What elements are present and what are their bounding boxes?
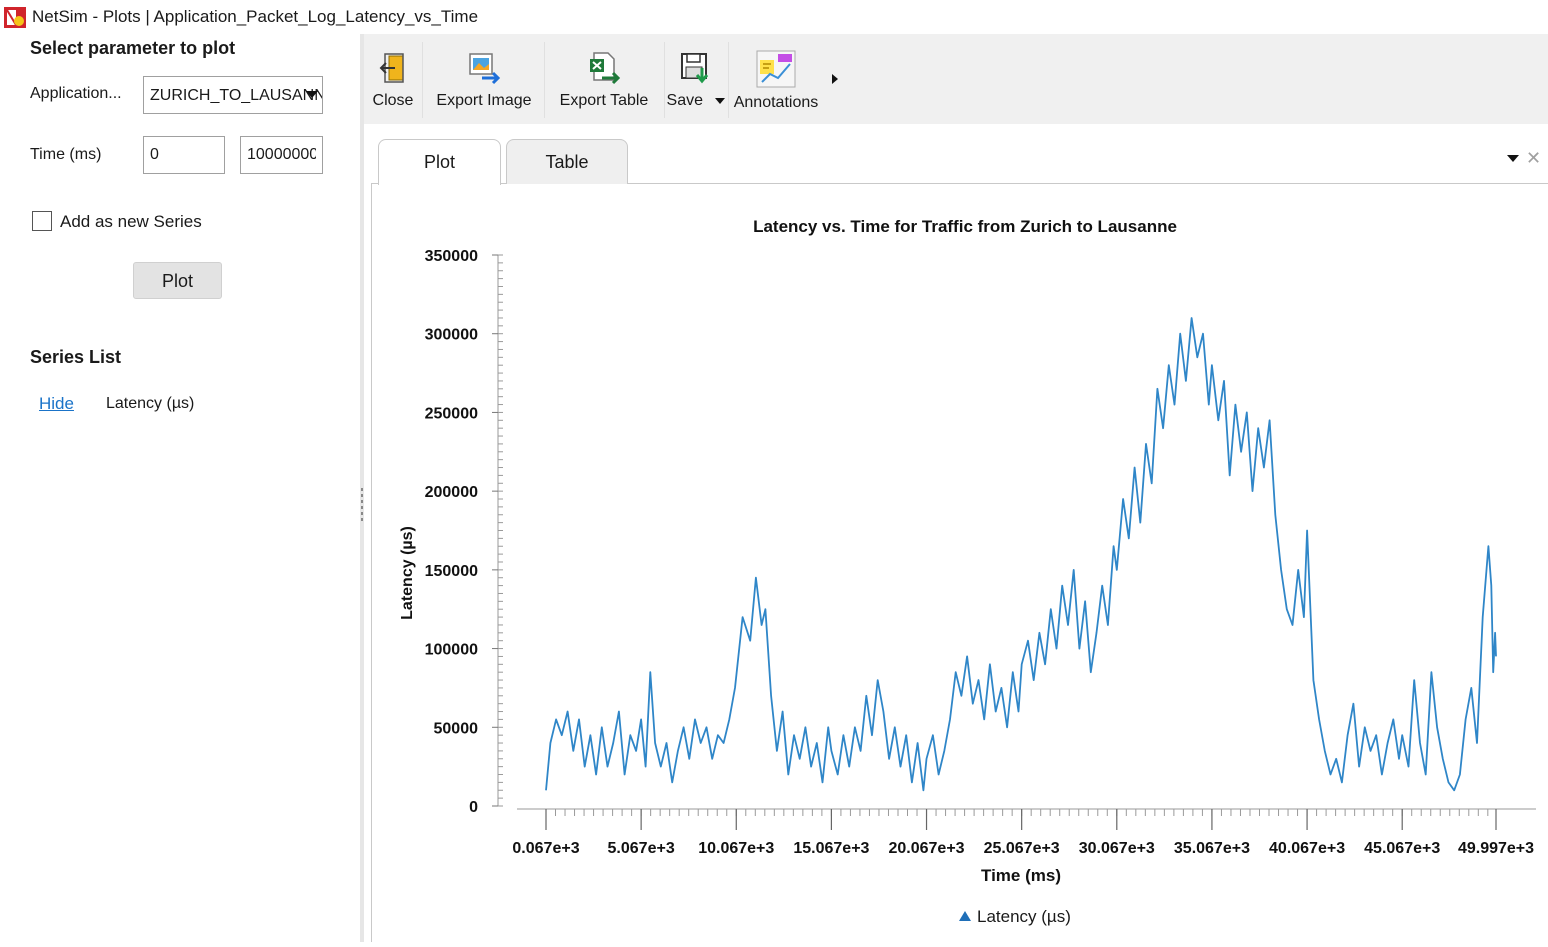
y-tick-label: 150000: [425, 563, 478, 580]
export-image-icon: [466, 50, 502, 86]
annotations-button[interactable]: Annotations: [730, 34, 822, 124]
legend-label: Latency (µs): [977, 907, 1071, 926]
chevron-down-icon[interactable]: [715, 97, 726, 104]
tab-menu-chevron-down-icon[interactable]: [1507, 155, 1519, 162]
add-new-series-label: Add as new Series: [60, 212, 202, 231]
select-parameter-heading: Select parameter to plot: [30, 38, 236, 58]
add-new-series-checkbox[interactable]: [32, 211, 52, 231]
y-axis-label: Latency (µs): [399, 526, 416, 620]
application-select-value: ZURICH_TO_LAUSANNE: [150, 87, 323, 104]
y-tick-label: 50000: [434, 720, 479, 737]
annotations-label: Annotations: [733, 94, 819, 111]
tab-table[interactable]: Table: [506, 139, 628, 184]
plot-panel: Latency vs. Time for Traffic from Zurich…: [371, 184, 1548, 942]
y-tick-label: 250000: [425, 405, 478, 422]
y-tick-label: 200000: [425, 484, 478, 501]
parameter-panel: Select parameter to plot Application... …: [0, 34, 360, 942]
hide-series-link[interactable]: Hide: [39, 394, 74, 414]
y-tick-label: 0: [469, 799, 478, 816]
x-axis-label: Time (ms): [981, 866, 1061, 885]
toolbar-separator: [544, 42, 545, 118]
x-tick-label: 25.067e+3: [984, 840, 1060, 857]
chart-title: Latency vs. Time for Traffic from Zurich…: [753, 217, 1177, 236]
export-table-icon: [586, 50, 622, 86]
time-to-input[interactable]: [240, 136, 323, 174]
save-label: Save: [667, 92, 726, 110]
window-title: NetSim - Plots | Application_Packet_Log_…: [32, 7, 479, 26]
y-tick-label: 300000: [425, 327, 478, 344]
x-tick-label: 5.067e+3: [608, 840, 675, 857]
export-table-button[interactable]: Export Table: [554, 34, 654, 124]
close-button[interactable]: Close: [370, 34, 416, 124]
toolbar-separator: [728, 42, 729, 118]
annotations-icon: [756, 50, 796, 88]
y-tick-label: 350000: [425, 248, 478, 265]
chevron-down-icon: [306, 91, 318, 98]
x-tick-label: 45.067e+3: [1364, 840, 1440, 857]
title-bar: NetSim - Plots | Application_Packet_Log_…: [0, 0, 1548, 34]
toolbar: Close Export Image Export Table Save Ann…: [364, 34, 1548, 124]
x-tick-label: 35.067e+3: [1174, 840, 1250, 857]
close-button-label: Close: [372, 92, 414, 109]
toolbar-overflow-arrow-icon[interactable]: [832, 74, 838, 84]
toolbar-separator: [422, 42, 423, 118]
export-image-label: Export Image: [436, 92, 532, 109]
y-axis: 0 50000 100000 150000 200000 250000 300000 3500…: [425, 248, 503, 816]
series-name: Latency (µs): [106, 395, 195, 412]
y-tick-label: 100000: [425, 642, 478, 659]
legend-triangle-icon: [959, 911, 971, 921]
x-tick-label: 49.997e+3: [1458, 840, 1534, 857]
time-label: Time (ms): [30, 146, 102, 163]
application-label: Application...: [30, 85, 122, 102]
x-tick-label: 15.067e+3: [793, 840, 869, 857]
series-layer: [545, 317, 1497, 792]
latency-chart[interactable]: Latency vs. Time for Traffic from Zurich…: [372, 184, 1548, 942]
save-icon: [678, 50, 714, 86]
tab-plot[interactable]: Plot: [378, 139, 501, 185]
splitter-grip-icon[interactable]: [361, 488, 363, 524]
x-tick-label: 10.067e+3: [698, 840, 774, 857]
x-tick-label: 30.067e+3: [1079, 840, 1155, 857]
export-table-label: Export Table: [559, 92, 649, 109]
time-from-input[interactable]: [143, 136, 225, 174]
x-tick-label: 20.067e+3: [888, 840, 964, 857]
plot-button[interactable]: Plot: [133, 262, 222, 299]
application-select[interactable]: ZURICH_TO_LAUSANNE: [143, 76, 323, 114]
close-plot-icon: [375, 50, 411, 86]
tab-close-icon[interactable]: ✕: [1526, 148, 1541, 169]
save-label-text: Save: [666, 92, 704, 109]
x-tick-label: 40.067e+3: [1269, 840, 1345, 857]
series-line-latency: [545, 317, 1497, 792]
x-axis: 0.067e+3 5.067e+3 10.067e+3 15.067e+3 20.067…: [512, 808, 1536, 857]
netsim-app-icon: [3, 5, 27, 29]
toolbar-separator: [664, 42, 665, 118]
x-tick-label: 0.067e+3: [512, 840, 579, 857]
save-button[interactable]: Save: [667, 34, 726, 124]
legend: Latency (µs): [959, 907, 1071, 926]
series-list-heading: Series List: [30, 347, 122, 367]
export-image-button[interactable]: Export Image: [432, 34, 536, 124]
